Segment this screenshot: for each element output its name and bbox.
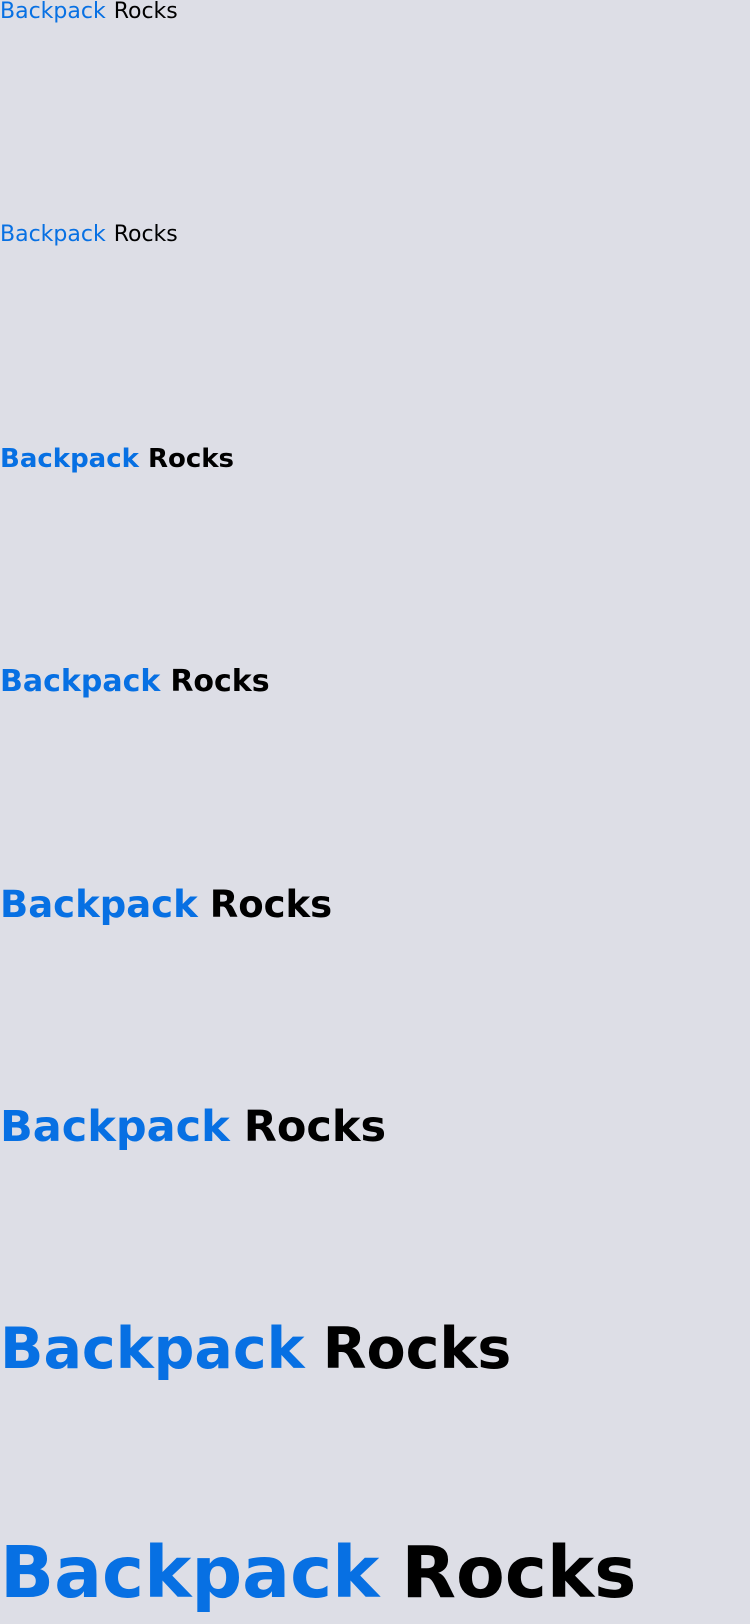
backpack-link[interactable]: Backpack xyxy=(0,444,139,474)
backpack-link[interactable]: Backpack xyxy=(0,664,160,699)
text-sample-row-1: Backpack Rocks xyxy=(0,1,178,23)
backpack-link[interactable]: Backpack xyxy=(0,0,106,24)
text-sample-row-3: Backpack Rocks xyxy=(0,446,234,472)
rocks-text: Rocks xyxy=(209,883,333,926)
text-sample-row-5: Backpack Rocks xyxy=(0,886,332,923)
text-sample-row-2: Backpack Rocks xyxy=(0,224,178,246)
rocks-text: Rocks xyxy=(147,444,234,474)
rocks-text: Rocks xyxy=(243,1102,387,1152)
backpack-link[interactable]: Backpack xyxy=(0,1316,305,1382)
rocks-text: Rocks xyxy=(113,0,178,24)
backpack-link[interactable]: Backpack xyxy=(0,883,198,926)
text-sample-row-8: Backpack Rocks xyxy=(0,1537,636,1608)
rocks-text: Rocks xyxy=(322,1316,512,1382)
text-sample-row-4: Backpack Rocks xyxy=(0,667,270,697)
backpack-link[interactable]: Backpack xyxy=(0,222,106,247)
rocks-text: Rocks xyxy=(170,664,270,699)
rocks-text: Rocks xyxy=(401,1531,637,1614)
text-sample-row-7: Backpack Rocks xyxy=(0,1321,511,1378)
rocks-text: Rocks xyxy=(113,222,178,247)
backpack-link[interactable]: Backpack xyxy=(0,1531,379,1614)
backpack-link[interactable]: Backpack xyxy=(0,1102,230,1152)
text-sample-row-6: Backpack Rocks xyxy=(0,1106,386,1149)
